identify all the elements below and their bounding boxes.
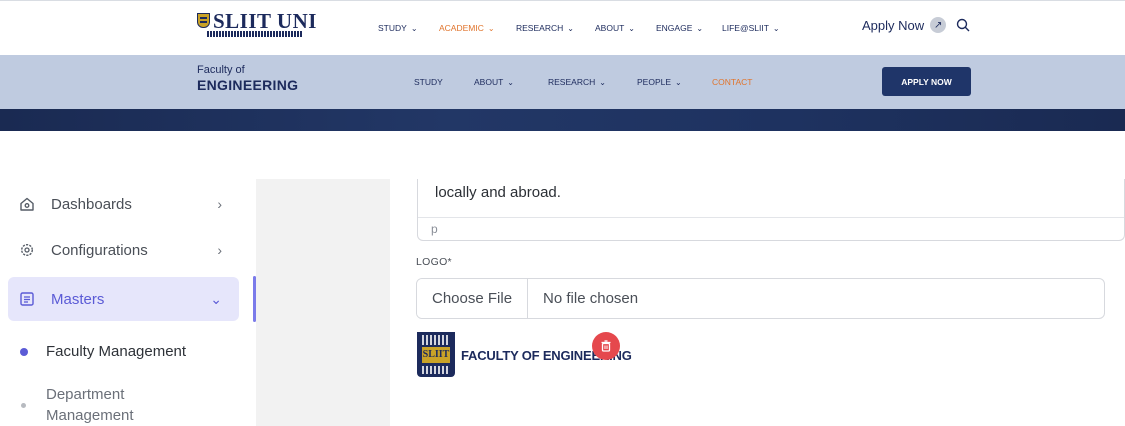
chevron-down-icon: ⌄ bbox=[628, 23, 635, 33]
chevron-down-icon: ⌄ bbox=[487, 23, 495, 33]
gear-icon bbox=[20, 243, 34, 257]
top-menu-label: RESEARCH bbox=[516, 23, 564, 33]
faculty-menu-label: PEOPLE bbox=[637, 77, 672, 87]
active-dot-icon bbox=[20, 347, 28, 356]
editor-text: locally and abroad. bbox=[435, 184, 561, 201]
search-icon[interactable] bbox=[956, 18, 970, 32]
apply-now-label: Apply Now bbox=[862, 17, 925, 33]
chevron-right-icon: › bbox=[217, 196, 222, 212]
faculty-menu-label: CONTACT bbox=[712, 77, 753, 87]
trash-icon bbox=[601, 340, 611, 352]
top-menu-engage[interactable]: ENGAGE ⌄ bbox=[656, 23, 703, 33]
sidebar-subitem-department-management[interactable]: Department Management bbox=[20, 384, 166, 426]
choose-file-button[interactable]: Choose File bbox=[417, 279, 529, 318]
chevron-down-icon: ⌄ bbox=[567, 23, 574, 33]
admin-sidebar: Dashboards › Configurations › Masters ⌄ … bbox=[0, 179, 252, 426]
sidebar-item-label: Configurations bbox=[51, 241, 148, 259]
crest-text: SLIIT bbox=[422, 347, 450, 363]
faculty-form: locally and abroad. p LOGO* Choose File … bbox=[390, 179, 1125, 426]
file-status: No file chosen bbox=[543, 290, 639, 307]
delete-logo-button[interactable] bbox=[592, 332, 620, 360]
crest-stripes bbox=[422, 366, 450, 374]
top-menu-academic[interactable]: ACADEMIC ⌄ bbox=[439, 23, 495, 33]
top-menu-label: ACADEMIC bbox=[439, 23, 484, 33]
top-menu-study[interactable]: STUDY ⌄ bbox=[378, 23, 418, 33]
faculty-menu-label: RESEARCH bbox=[548, 77, 596, 87]
chevron-down-icon: ⌄ bbox=[507, 77, 514, 87]
top-menu-research[interactable]: RESEARCH ⌄ bbox=[516, 23, 574, 33]
list-icon bbox=[20, 292, 34, 306]
faculty-menu-contact[interactable]: CONTACT bbox=[712, 77, 752, 87]
sidebar-subitem-label: Department Management bbox=[46, 386, 134, 424]
top-menu-label: LIFE@SLIIT bbox=[722, 23, 769, 33]
top-menu-label: ENGAGE bbox=[656, 23, 693, 33]
sidebar-item-label: Masters bbox=[51, 290, 105, 308]
crest-icon: SLIIT bbox=[417, 332, 455, 377]
description-editor[interactable]: locally and abroad. p bbox=[417, 179, 1125, 241]
page: SLIIT UNI STUDY ⌄ ACADEMIC ⌄ RESEARCH ⌄ … bbox=[0, 0, 1125, 426]
chevron-down-icon: ⌄ bbox=[410, 23, 418, 33]
university-top-nav: SLIIT UNI STUDY ⌄ ACADEMIC ⌄ RESEARCH ⌄ … bbox=[0, 0, 1125, 55]
faculty-menu-about[interactable]: ABOUT ⌄ bbox=[474, 77, 514, 87]
sidebar-item-label: Dashboards bbox=[51, 195, 132, 213]
apply-now-button[interactable]: APPLY NOW bbox=[882, 67, 971, 96]
logo-file-input[interactable]: Choose File No file chosen bbox=[416, 278, 1105, 319]
sidebar-subitem-label: Faculty Management bbox=[46, 343, 187, 360]
top-menu-life[interactable]: LIFE@SLIIT ⌄ bbox=[722, 23, 780, 33]
chevron-down-icon: ⌄ bbox=[675, 77, 682, 87]
faculty-menu-research[interactable]: RESEARCH ⌄ bbox=[548, 77, 606, 87]
editor-divider bbox=[418, 217, 1124, 218]
home-icon bbox=[20, 197, 34, 211]
editor-element-tag: p bbox=[431, 222, 438, 236]
faculty-title[interactable]: Faculty of ENGINEERING bbox=[197, 64, 298, 93]
shield-icon bbox=[197, 13, 210, 28]
university-logo[interactable]: SLIIT UNI bbox=[197, 9, 316, 37]
faculty-title-big: ENGINEERING bbox=[197, 77, 299, 93]
sidebar-subitem-faculty-management[interactable]: Faculty Management bbox=[20, 343, 186, 360]
sidebar-item-dashboards[interactable]: Dashboards › bbox=[8, 182, 239, 226]
top-menu-about[interactable]: ABOUT ⌄ bbox=[595, 23, 635, 33]
sidebar-item-masters[interactable]: Masters ⌄ bbox=[8, 277, 239, 321]
sidebar-item-configurations[interactable]: Configurations › bbox=[8, 228, 239, 272]
faculty-menu-study[interactable]: STUDY bbox=[414, 77, 443, 87]
top-menu-label: STUDY bbox=[378, 23, 407, 33]
brand-tagline-strip bbox=[207, 31, 303, 37]
top-menu-label: ABOUT bbox=[595, 23, 625, 33]
faculty-title-small: Faculty of bbox=[197, 64, 245, 76]
faculty-menu-label: STUDY bbox=[414, 77, 443, 87]
logo-field-label: LOGO* bbox=[416, 256, 452, 268]
hero-band bbox=[0, 109, 1125, 131]
inactive-dot-icon bbox=[21, 402, 26, 408]
faculty-menu-people[interactable]: PEOPLE ⌄ bbox=[637, 77, 682, 87]
content-gutter bbox=[256, 179, 390, 426]
arrow-up-right-icon: ↗ bbox=[930, 17, 947, 33]
faculty-menu-label: ABOUT bbox=[474, 77, 504, 87]
crest-grid bbox=[422, 335, 450, 345]
chevron-down-icon: ⌄ bbox=[599, 77, 606, 87]
chevron-down-icon: ⌄ bbox=[772, 23, 780, 33]
chevron-down-icon: ⌄ bbox=[210, 290, 222, 307]
apply-now-link[interactable]: Apply Now ↗ bbox=[862, 17, 947, 33]
faculty-nav: Faculty of ENGINEERING STUDY ABOUT ⌄ RES… bbox=[0, 55, 1125, 109]
chevron-down-icon: ⌄ bbox=[696, 23, 704, 33]
chevron-right-icon: › bbox=[217, 242, 222, 258]
